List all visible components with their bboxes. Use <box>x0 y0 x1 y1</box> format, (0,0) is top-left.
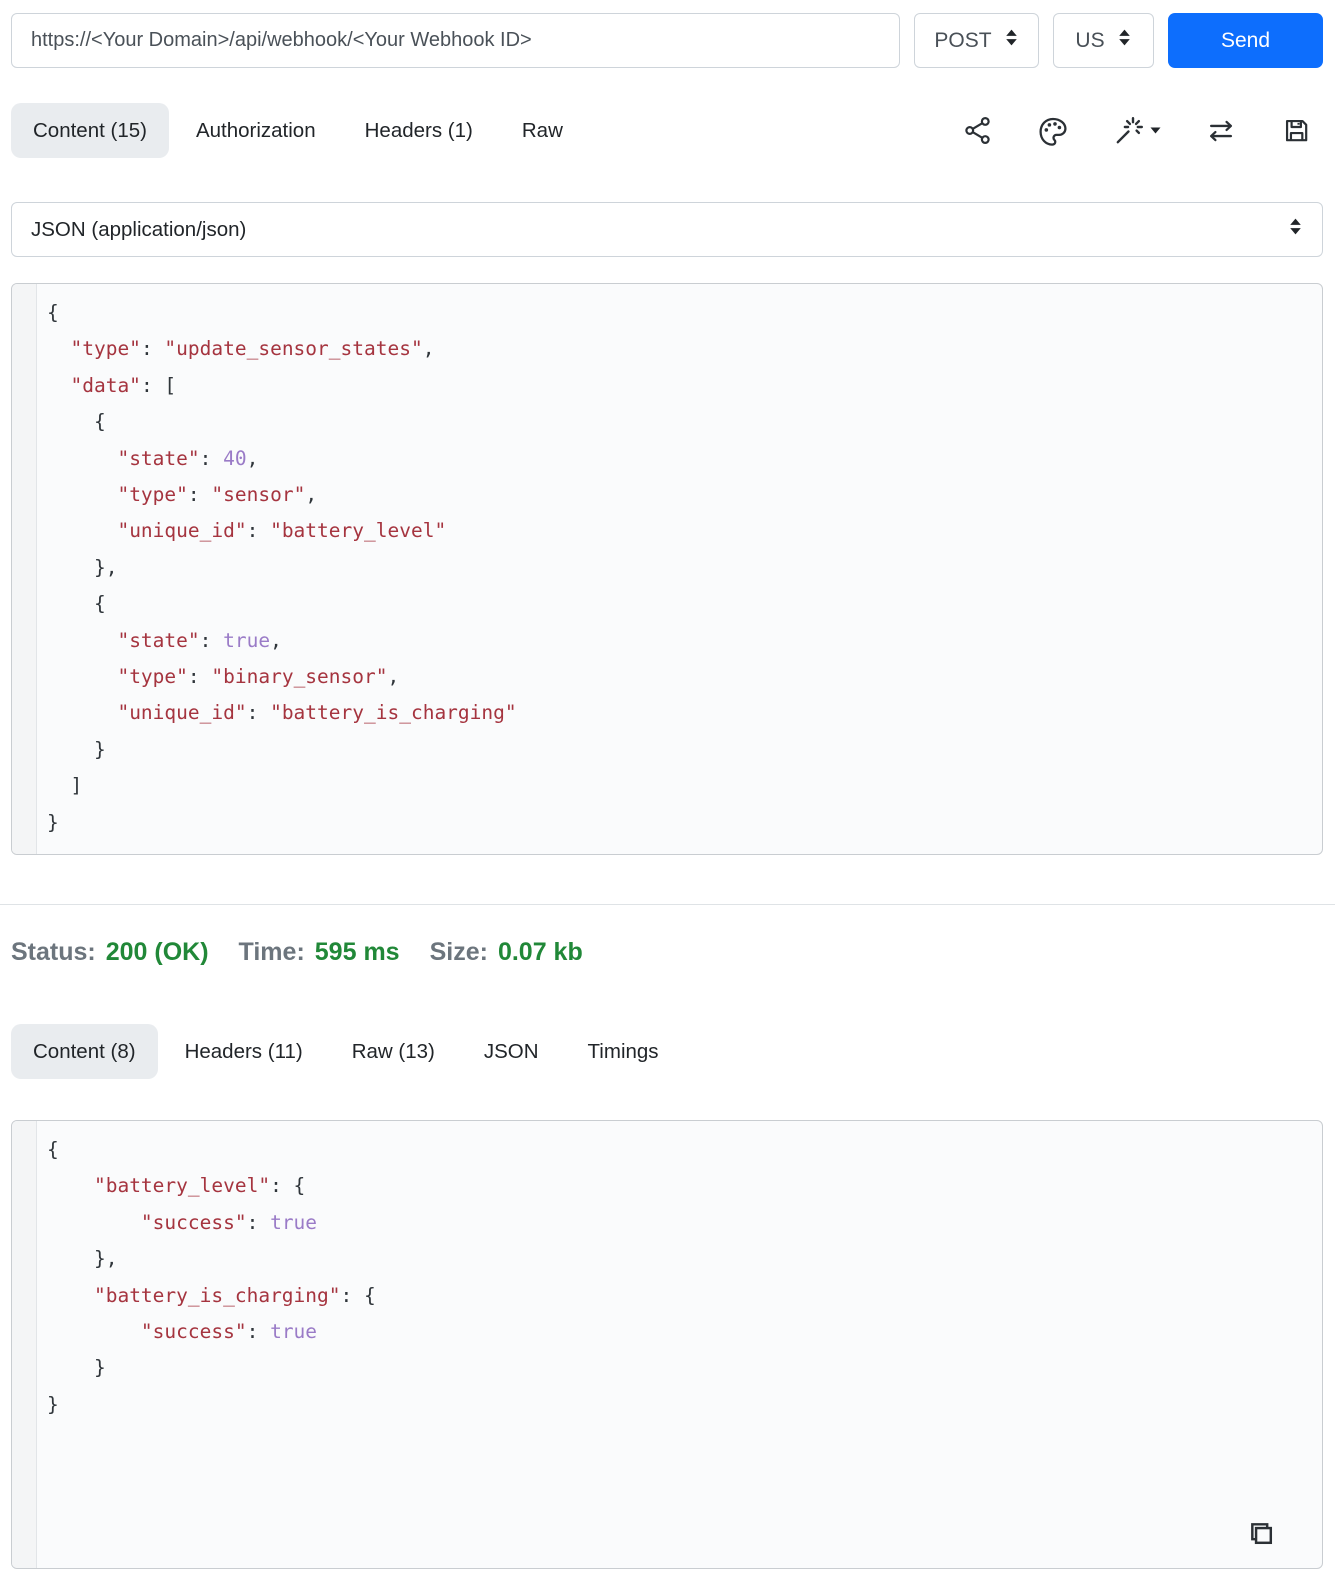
region-select-value: US <box>1075 28 1105 52</box>
tab-request-headers[interactable]: Headers (1) <box>343 103 495 158</box>
tab-response-headers[interactable]: Headers (11) <box>163 1024 325 1079</box>
magic-wand-icon[interactable] <box>1113 115 1161 147</box>
tab-request-content[interactable]: Content (15) <box>11 103 169 158</box>
url-input[interactable] <box>11 13 900 68</box>
body-type-select-value: JSON (application/json) <box>31 217 247 241</box>
share-icon[interactable] <box>962 115 993 146</box>
request-body-code[interactable]: { "type": "update_sensor_states", "data"… <box>37 284 1322 854</box>
chevron-expand-icon <box>1288 217 1303 242</box>
status-code: Status: 200 (OK) <box>11 938 209 967</box>
time-label: Time: <box>238 937 305 966</box>
save-icon[interactable] <box>1281 115 1312 146</box>
palette-icon[interactable] <box>1037 115 1069 147</box>
swap-arrows-icon[interactable] <box>1205 115 1237 147</box>
caret-down-icon <box>1150 123 1161 138</box>
status-label: Status: <box>11 937 96 966</box>
chevron-expand-icon <box>1004 28 1019 53</box>
request-body-editor[interactable]: { "type": "update_sensor_states", "data"… <box>11 283 1323 855</box>
body-type-select[interactable]: JSON (application/json) <box>11 202 1323 257</box>
request-bar: POST US Send <box>0 0 1335 68</box>
request-toolbar <box>962 115 1323 147</box>
response-size: Size: 0.07 kb <box>430 938 583 967</box>
response-body-viewer: { "battery_level": { "success": true }, … <box>11 1120 1323 1569</box>
response-tabs: Content (8) Headers (11) Raw (13) JSON T… <box>0 1024 1335 1079</box>
section-divider <box>0 904 1335 905</box>
response-time: Time: 595 ms <box>239 938 400 967</box>
chevron-expand-icon <box>1117 28 1132 53</box>
tab-response-raw[interactable]: Raw (13) <box>330 1024 457 1079</box>
status-value: 200 (OK) <box>105 937 209 966</box>
request-tabs-row: Content (15) Authorization Headers (1) R… <box>0 103 1335 158</box>
tab-response-content[interactable]: Content (8) <box>11 1024 158 1079</box>
tab-response-json[interactable]: JSON <box>462 1024 561 1079</box>
viewer-gutter <box>12 1121 37 1568</box>
response-body-code: { "battery_level": { "success": true }, … <box>47 1138 376 1416</box>
time-value: 595 ms <box>314 937 400 966</box>
size-value: 0.07 kb <box>497 937 583 966</box>
tab-request-raw[interactable]: Raw <box>500 103 585 158</box>
request-tabs: Content (15) Authorization Headers (1) R… <box>11 103 585 158</box>
tab-response-timings[interactable]: Timings <box>566 1024 681 1079</box>
region-select[interactable]: US <box>1053 13 1154 68</box>
response-status-bar: Status: 200 (OK) Time: 595 ms Size: 0.07… <box>0 931 1335 973</box>
tab-request-authorization[interactable]: Authorization <box>174 103 338 158</box>
send-button[interactable]: Send <box>1168 13 1323 68</box>
editor-gutter <box>12 284 37 854</box>
method-select[interactable]: POST <box>914 13 1039 68</box>
size-label: Size: <box>429 937 488 966</box>
method-select-value: POST <box>934 28 992 52</box>
copy-icon[interactable] <box>1246 1518 1277 1552</box>
